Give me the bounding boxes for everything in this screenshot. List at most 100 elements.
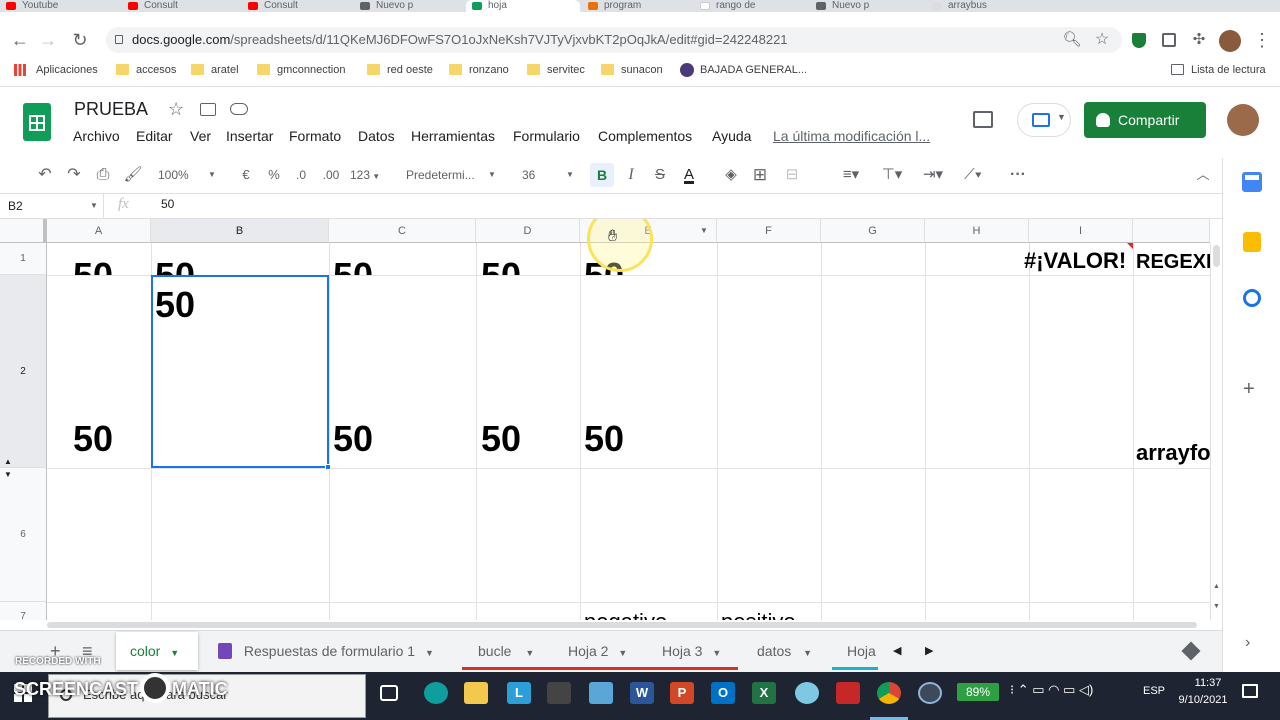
clock-date[interactable]: 9/10/2021	[1172, 694, 1234, 706]
scroll-down-icon[interactable]: ▼	[1213, 603, 1220, 610]
name-box[interactable]: B2 ▼	[0, 194, 104, 218]
column-header[interactable]: I	[1029, 219, 1133, 243]
star-icon[interactable]: ☆	[1090, 28, 1114, 52]
column-header[interactable]: C	[329, 219, 476, 243]
filter-chevron-icon[interactable]: ▼	[700, 226, 708, 235]
chrome-icon[interactable]	[877, 682, 901, 704]
last-edit-link[interactable]: La última modificación l...	[773, 128, 930, 144]
sheet-tab[interactable]: Hoja 3 ▼	[644, 632, 738, 670]
star-icon[interactable]: ☆	[168, 99, 184, 120]
battery-indicator[interactable]: 89%	[957, 683, 999, 701]
column-header[interactable]: F	[717, 219, 821, 243]
menu-ayuda[interactable]: Ayuda	[712, 128, 751, 144]
puzzle-icon[interactable]: ✣	[1187, 28, 1211, 52]
app-l-icon[interactable]: L	[507, 682, 531, 704]
shield-icon[interactable]	[1132, 33, 1146, 48]
reading-list[interactable]: Lista de lectura	[1171, 62, 1266, 78]
currency-button[interactable]: €	[237, 163, 255, 187]
align-vertical-icon[interactable]: ⊤▾	[876, 163, 908, 187]
row-header[interactable]: 7	[0, 602, 47, 620]
menu-archivo[interactable]: Archivo	[73, 128, 120, 144]
kebab-menu-icon[interactable]: ⋮	[1250, 28, 1274, 52]
cell-e2[interactable]: 50	[584, 419, 624, 459]
hidden-rows-arrow-up-icon[interactable]: ▲	[4, 457, 12, 466]
horizontal-scrollbar[interactable]	[47, 620, 1210, 630]
cloud-status-icon[interactable]	[230, 103, 248, 115]
zoom-icon[interactable]: 🔍︎	[1060, 28, 1084, 52]
reload-icon[interactable]: ↻	[68, 28, 92, 52]
scrollbar-thumb[interactable]	[47, 622, 1197, 628]
add-icon[interactable]: +	[1243, 378, 1255, 401]
merge-cells-icon[interactable]: ⊟	[781, 163, 803, 187]
menu-insertar[interactable]: Insertar	[226, 128, 273, 144]
fill-color-icon[interactable]: ◈	[720, 163, 742, 187]
bookmark-folder[interactable]: aratel	[191, 62, 239, 78]
cell-e7[interactable]: negativo	[584, 608, 667, 620]
menu-herramientas[interactable]: Herramientas	[411, 128, 495, 144]
sheet-tab[interactable]: Respuestas de formulario 1 ▼	[208, 632, 452, 670]
sheets-logo-icon[interactable]	[23, 103, 51, 141]
address-bar[interactable]: docs.google.com/spreadsheets/d/11QKeMJ6D…	[106, 27, 1122, 53]
browser-tab[interactable]: Nuevo p	[810, 0, 924, 12]
fill-handle[interactable]	[325, 464, 331, 470]
column-header[interactable]: D	[476, 219, 580, 243]
profile-avatar[interactable]	[1219, 30, 1241, 52]
forward-icon[interactable]: →	[36, 28, 60, 52]
comments-icon[interactable]	[973, 111, 993, 128]
bookmark-folder[interactable]: red oeste	[367, 62, 433, 78]
percent-button[interactable]: %	[265, 163, 283, 187]
doc-title[interactable]: PRUEBA	[74, 99, 148, 120]
network-icon[interactable]	[795, 682, 819, 704]
text-rotate-icon[interactable]: ⟋▾	[957, 163, 989, 187]
menu-datos[interactable]: Datos	[358, 128, 395, 144]
strikethrough-button[interactable]: S	[649, 163, 671, 187]
powerpoint-icon[interactable]: P	[670, 682, 694, 704]
cell-c2[interactable]: 50	[333, 419, 373, 459]
media-player-icon[interactable]	[836, 682, 860, 704]
browser-tab[interactable]: Consult	[122, 0, 240, 12]
word-icon[interactable]: W	[630, 682, 654, 704]
column-header-selected[interactable]: B	[151, 219, 329, 243]
browser-tab[interactable]: program	[582, 0, 692, 12]
cell-a2[interactable]: 50	[73, 419, 113, 459]
back-icon[interactable]: ←	[8, 28, 32, 52]
italic-button[interactable]: I	[620, 163, 642, 187]
clock-time[interactable]: 11:37	[1183, 677, 1233, 689]
extension-icon[interactable]	[1162, 33, 1176, 47]
select-all-corner[interactable]	[0, 219, 47, 243]
bookmark-item[interactable]: BAJADA GENERAL...	[680, 62, 807, 78]
expand-panel-icon[interactable]: ›	[1245, 634, 1250, 652]
sheet-tab-active[interactable]: color ▼	[116, 632, 198, 670]
scroll-up-icon[interactable]: ▲	[1213, 583, 1220, 590]
cell-d1[interactable]: 50	[481, 251, 521, 275]
row-header[interactable]: 6	[0, 468, 47, 602]
selected-cell-border[interactable]	[151, 275, 329, 468]
sheet-tab[interactable]: datos ▼	[740, 632, 828, 670]
menu-ver[interactable]: Ver	[190, 128, 211, 144]
cell-b1[interactable]: 50	[155, 251, 195, 275]
bold-button[interactable]: B	[590, 163, 614, 187]
row-header-selected[interactable]: 2	[0, 275, 47, 468]
browser-tab[interactable]: Youtube	[0, 0, 120, 12]
tray-icons[interactable]: ⁝ ⌃ ▭ ◠ ▭ ◁)	[1010, 682, 1093, 698]
store-icon[interactable]	[547, 682, 571, 704]
move-folder-icon[interactable]	[200, 103, 216, 116]
vertical-scrollbar[interactable]: ▲ ▼	[1210, 243, 1222, 620]
cell-c1[interactable]: 50	[333, 251, 373, 275]
bookmark-folder[interactable]: sunacon	[601, 62, 663, 78]
keep-icon[interactable]	[1243, 232, 1261, 252]
browser-tab-active[interactable]: hoja	[466, 0, 580, 12]
sheet-tab[interactable]: Hoja	[832, 632, 878, 670]
column-header[interactable]: G	[821, 219, 925, 243]
calendar-icon[interactable]	[1242, 172, 1262, 192]
row-header[interactable]: 1	[0, 243, 47, 275]
hidden-rows-arrow-down-icon[interactable]: ▼	[4, 470, 12, 479]
sheet-tab[interactable]: bucle ▼	[462, 632, 550, 670]
decrease-decimals-button[interactable]: .0	[290, 163, 312, 187]
share-button[interactable]: Compartir	[1084, 102, 1206, 138]
print-icon[interactable]: ⎙	[92, 163, 114, 187]
cell-j1[interactable]: REGEXE	[1136, 245, 1210, 275]
browser-tab[interactable]: rango de	[694, 0, 808, 12]
bookmark-folder[interactable]: ronzano	[449, 62, 509, 78]
redo-icon[interactable]: ↷	[63, 163, 85, 187]
